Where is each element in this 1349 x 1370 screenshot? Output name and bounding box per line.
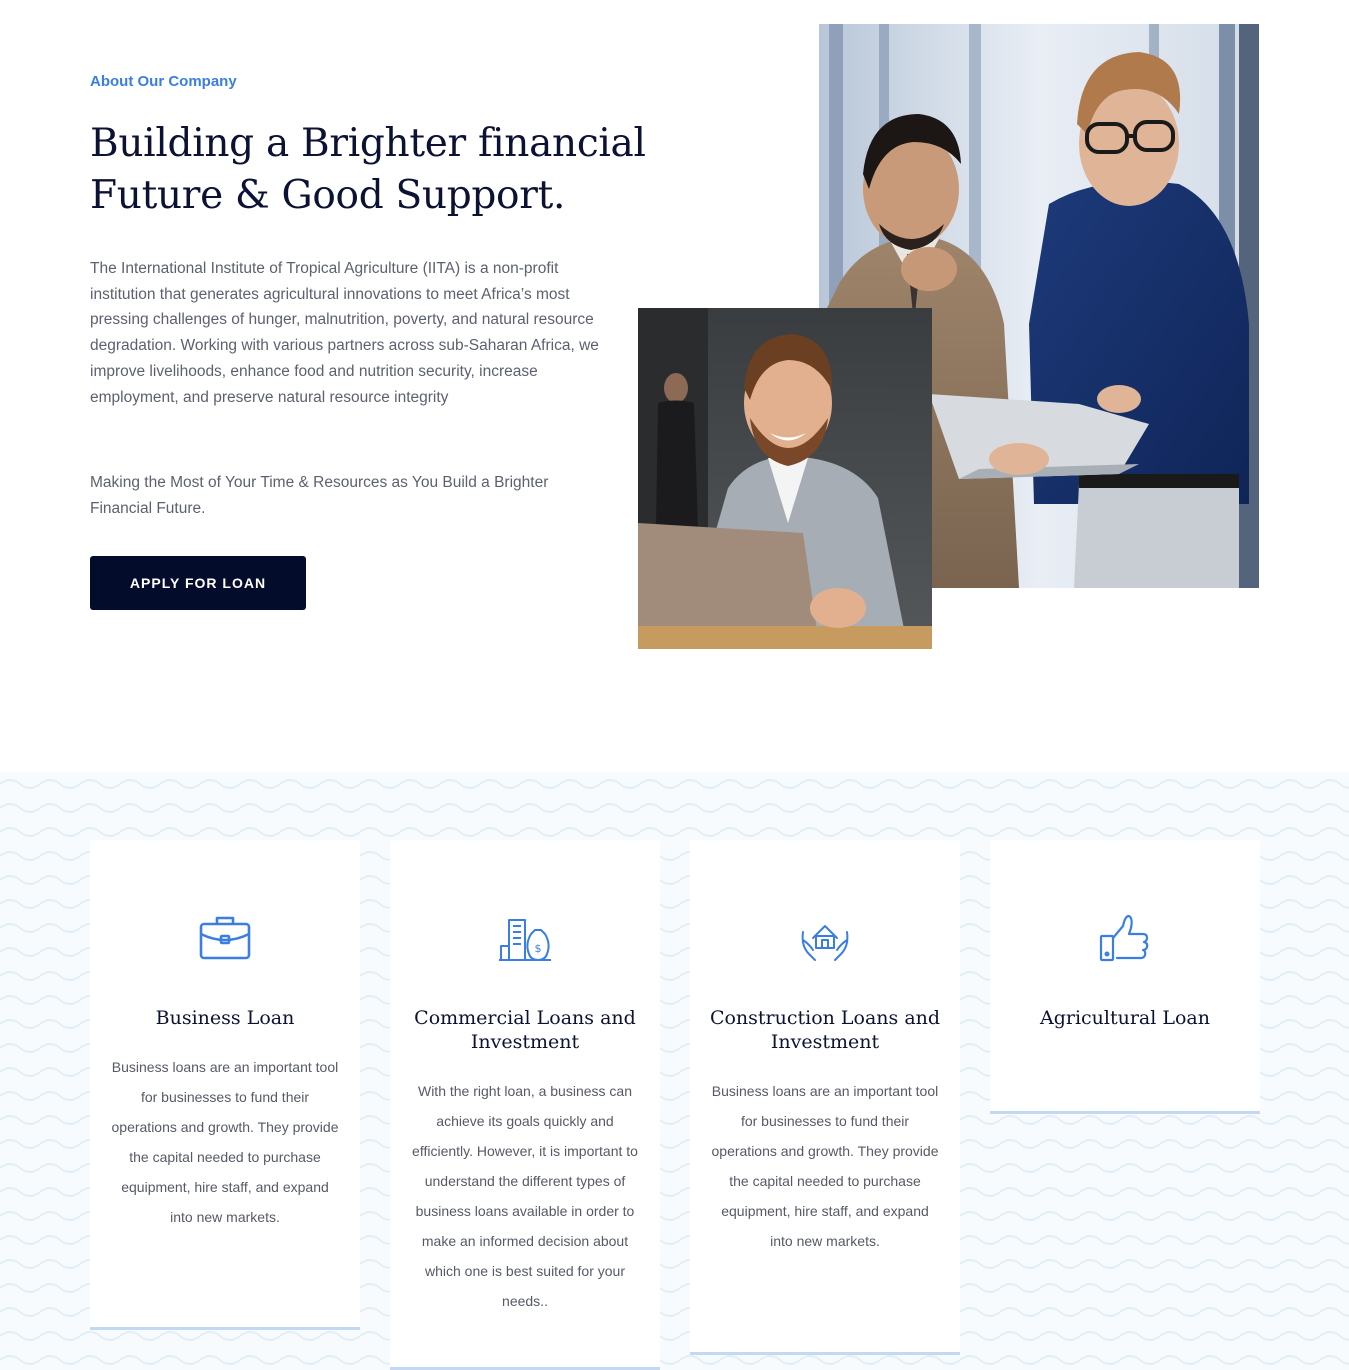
commercial-building-money-icon: $ bbox=[499, 919, 551, 961]
apply-for-loan-button[interactable]: APPLY FOR LOAN bbox=[90, 556, 306, 610]
loan-card-business[interactable]: Business Loan Business loans are an impo… bbox=[90, 840, 360, 1330]
consultant-photo bbox=[638, 308, 932, 649]
card-accent-bar bbox=[90, 1327, 360, 1330]
house-in-hands-icon bbox=[801, 925, 849, 961]
page-title: Building a Brighter financial Future & G… bbox=[90, 118, 650, 222]
loan-card-commercial[interactable]: $ Commercial Loans and Investment With t… bbox=[390, 840, 660, 1370]
headline-line-1: Building a Brighter financial bbox=[90, 121, 646, 166]
card-title: Construction Loans and Investment bbox=[709, 1007, 941, 1053]
svg-text:$: $ bbox=[535, 942, 542, 955]
about-paragraph: The International Institute of Tropical … bbox=[90, 260, 599, 406]
briefcase-icon bbox=[199, 916, 251, 960]
consultant-photo-illustration bbox=[638, 308, 932, 649]
card-accent-bar bbox=[990, 1111, 1260, 1114]
headline-line-2: Future & Good Support. bbox=[90, 173, 566, 218]
loan-card-construction[interactable]: Construction Loans and Investment Busine… bbox=[690, 840, 960, 1355]
card-title: Agricultural Loan bbox=[1039, 1007, 1211, 1029]
card-description: Business loans are an important tool for… bbox=[711, 1083, 939, 1249]
card-description: With the right loan, a business can achi… bbox=[412, 1083, 638, 1309]
card-description: Business loans are an important tool for… bbox=[111, 1059, 339, 1225]
card-accent-bar bbox=[690, 1352, 960, 1355]
about-section: About Our Company Building a Brighter fi… bbox=[0, 0, 1349, 772]
thumbs-up-icon bbox=[1099, 914, 1149, 962]
card-title: Commercial Loans and Investment bbox=[414, 1007, 636, 1053]
loan-card-agricultural[interactable]: Agricultural Loan bbox=[990, 840, 1260, 1114]
about-tagline: Making the Most of Your Time & Resources… bbox=[90, 474, 549, 517]
section-eyebrow: About Our Company bbox=[90, 73, 237, 90]
card-title: Business Loan bbox=[155, 1007, 295, 1029]
